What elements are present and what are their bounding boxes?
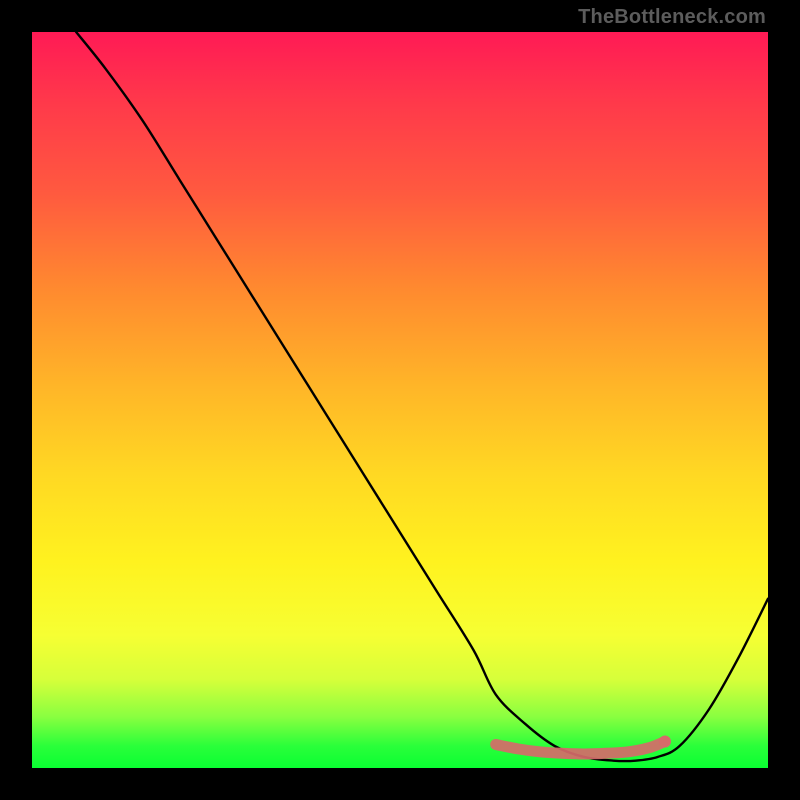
bottleneck-curve bbox=[76, 32, 768, 761]
watermark-text: TheBottleneck.com bbox=[578, 6, 766, 29]
curve-layer bbox=[32, 32, 768, 768]
chart-frame: TheBottleneck.com bbox=[0, 0, 800, 800]
low-zone-markers bbox=[496, 736, 671, 755]
